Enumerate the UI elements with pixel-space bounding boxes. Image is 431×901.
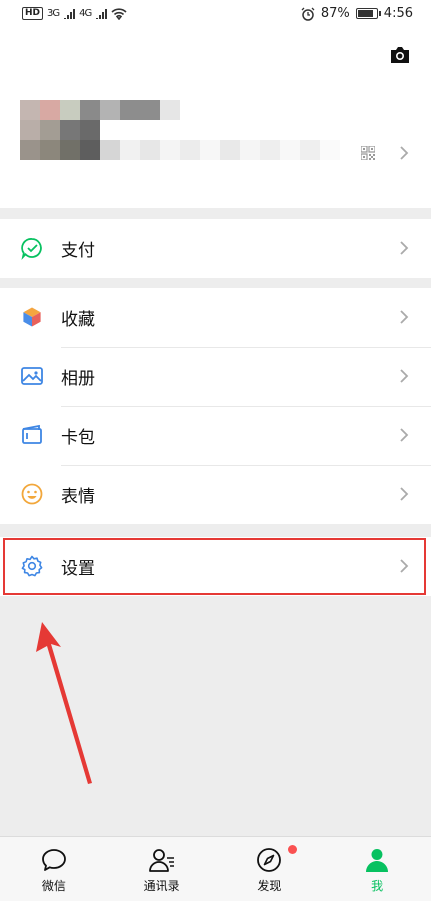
compass-icon [257,848,282,872]
clock: 4:56 [383,6,413,21]
menu-item-label: 表情 [61,487,95,507]
chevron-right-icon [400,559,409,573]
tab-label: 微信 [41,879,66,893]
settings-section: 设置 [0,537,431,596]
tab-label: 我 [371,879,384,893]
menu-item-album[interactable]: 相册 [0,347,431,406]
menu-item-settings[interactable]: 设置 [0,537,431,596]
menu-item-label: 支付 [61,241,95,261]
chevron-right-icon [400,428,409,442]
tab-contacts[interactable]: 通讯录 [108,837,216,901]
gear-icon [21,555,43,577]
person-icon [366,849,389,872]
menu-item-label: 设置 [61,559,95,579]
chevron-right-icon [400,310,409,324]
notification-dot [287,845,297,854]
bottom-tab-bar: 微信 通讯录 发现 我 [0,836,431,901]
battery-icon [355,8,381,19]
chevron-right-icon [400,241,409,255]
tab-discover[interactable]: 发现 [216,837,324,901]
menu-item-pay[interactable]: 支付 [0,219,431,278]
menu-item-favorites[interactable]: 收藏 [0,288,431,347]
alarm-icon [301,7,315,21]
chat-bubble-icon [41,849,66,871]
battery-fill [357,10,373,17]
qr-code-icon[interactable] [361,146,375,160]
wallet-icon [22,424,42,444]
menu-item-label: 卡包 [61,428,95,448]
annotation-arrow [36,622,92,784]
smile-icon [21,483,43,505]
pay-section: 支付 [0,219,431,278]
signal-icon [64,9,76,19]
chevron-right-icon [400,487,409,501]
services-section: 收藏 相册 卡包 表情 [0,288,431,524]
menu-item-label: 相册 [61,369,95,389]
avatar[interactable] [20,100,100,160]
menu-item-stickers[interactable]: 表情 [0,465,431,524]
tab-me[interactable]: 我 [323,837,431,901]
menu-item-label: 收藏 [61,310,95,330]
contacts-icon [148,849,174,872]
wifi-icon [111,7,127,20]
wechat-id-blurred [100,140,340,160]
camera-icon[interactable] [389,46,411,64]
pay-icon [21,238,42,260]
status-bar: HD 3G 4G 87% 4:56 [0,0,431,28]
signal-icon [96,9,108,19]
tab-label: 通讯录 [143,879,180,893]
network-3g: 3G [47,8,60,19]
cube-icon [22,306,42,328]
profile-header[interactable] [0,28,431,208]
network-4g: 4G [79,8,92,19]
image-icon [21,367,43,385]
menu-item-cards[interactable]: 卡包 [0,406,431,465]
chevron-right-icon [400,369,409,383]
battery-percent: 87% [320,6,350,21]
tab-chats[interactable]: 微信 [0,837,108,901]
hd-badge: HD [22,7,44,20]
nickname-blurred [100,100,180,120]
tab-label: 发现 [257,879,282,893]
chevron-right-icon [400,146,409,160]
